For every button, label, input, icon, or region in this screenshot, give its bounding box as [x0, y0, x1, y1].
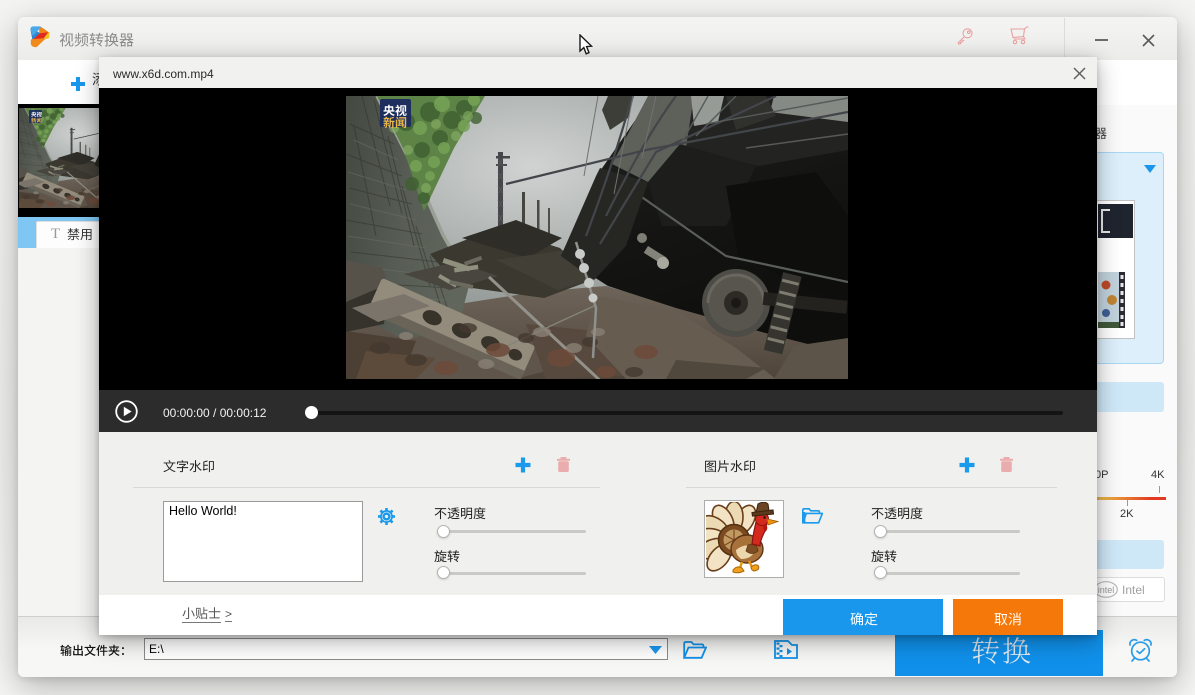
svg-text:intel: intel	[1098, 585, 1115, 595]
